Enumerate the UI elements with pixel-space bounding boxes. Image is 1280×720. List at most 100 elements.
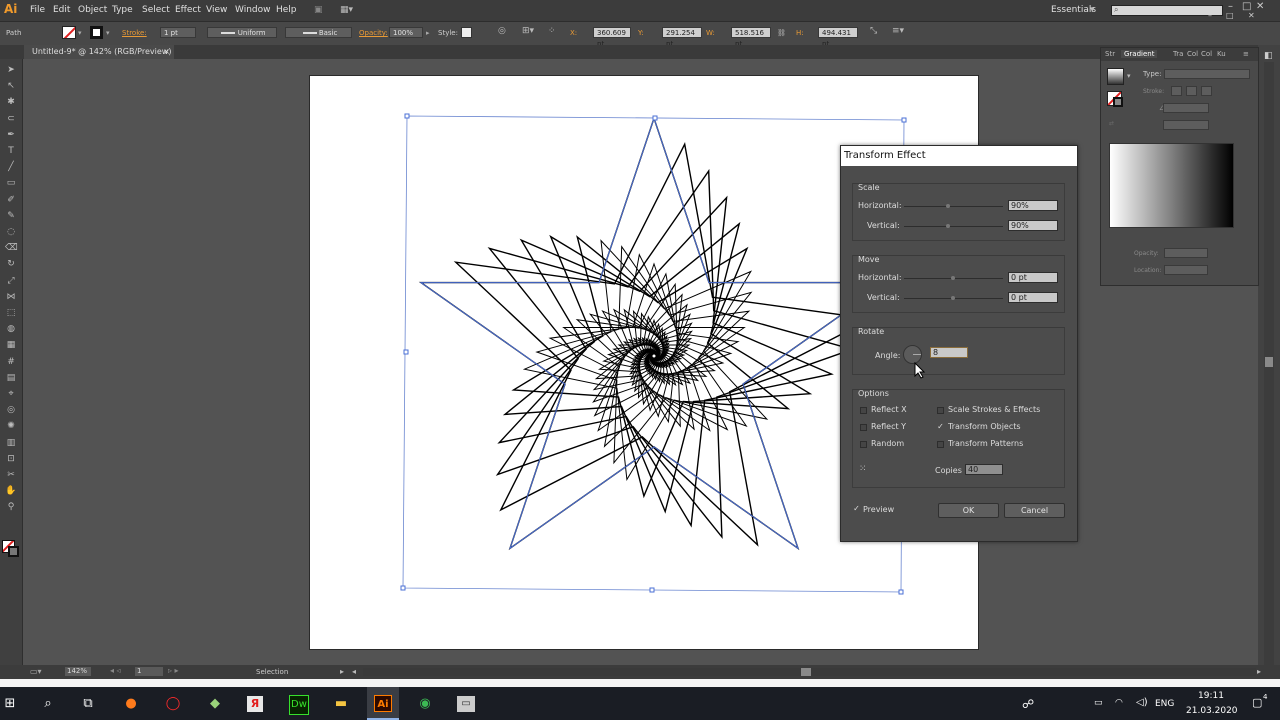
tab-transparency[interactable]: Tra [1173, 50, 1183, 58]
arrange-documents-icon[interactable]: ▦▾ [340, 5, 353, 15]
menu-window[interactable]: Window [235, 5, 271, 15]
angle-field[interactable]: 8 [930, 347, 968, 358]
opera-icon[interactable]: ◯ [163, 694, 183, 714]
bounding-box-handle[interactable] [400, 585, 406, 591]
shape-builder-tool-icon[interactable]: ◍ [5, 324, 17, 335]
mesh-tool-icon[interactable]: # [5, 357, 17, 368]
transform-icon[interactable]: ⤡ [870, 26, 877, 36]
blend-tool-icon[interactable]: ◎ [5, 405, 17, 416]
stroke-gradient-option-2[interactable] [1186, 86, 1197, 96]
aspect-ratio-field[interactable] [1163, 120, 1209, 130]
chrome-icon[interactable]: ◉ [415, 694, 435, 714]
x-field[interactable]: 360.609 pt [593, 27, 631, 48]
panel-menu-icon[interactable]: ≡ [1243, 50, 1249, 58]
pen-tool-icon[interactable]: ✒ [5, 130, 17, 141]
scroll-left-icon[interactable]: ◂ [352, 667, 356, 676]
reference-point-icon[interactable]: ⁘ [548, 26, 556, 36]
w-field[interactable]: 518.516 pt [731, 27, 771, 48]
transform-objects-checkbox[interactable]: ✓ [937, 423, 944, 431]
direct-selection-tool-icon[interactable]: ↖ [5, 81, 17, 92]
document-tab[interactable]: Untitled-9* @ 142% (RGB/Preview) × [24, 45, 174, 59]
ok-button[interactable]: OK [938, 503, 999, 518]
search-icon[interactable]: ⌕ [38, 694, 58, 714]
opacity-field[interactable]: 100% [389, 27, 423, 38]
link-icon[interactable]: ⛓ [777, 29, 786, 37]
artboard-tool-icon[interactable]: ⊡ [5, 454, 17, 465]
firefox-icon[interactable]: ● [121, 694, 141, 714]
scale-vertical-slider[interactable] [904, 226, 1003, 227]
menu-object[interactable]: Object [78, 5, 107, 15]
volume-icon[interactable]: ◁) [1136, 697, 1148, 708]
doc-maximize-button[interactable]: □ [1226, 11, 1234, 20]
task-view-icon[interactable]: ⧉ [78, 694, 98, 714]
help-search-input[interactable]: ⌕ [1111, 5, 1223, 16]
bounding-box-handle[interactable] [404, 113, 410, 119]
reference-point-icon[interactable]: ⁙ [859, 463, 871, 475]
artboard-nav-next-icon[interactable]: ▹ ▸ [168, 666, 179, 675]
stroke-swatch[interactable] [90, 26, 103, 39]
zoom-tool-icon[interactable]: ⚲ [5, 502, 17, 513]
scale-tool-icon[interactable]: ⤢ [5, 276, 17, 287]
slider-thumb[interactable] [946, 204, 950, 208]
magic-wand-tool-icon[interactable]: ✱ [5, 97, 17, 108]
align-icon[interactable]: ⊞▾ [522, 26, 534, 36]
menu-help[interactable]: Help [276, 5, 297, 15]
bounding-box-handle[interactable] [403, 349, 409, 355]
type-tool-icon[interactable]: T [5, 146, 17, 157]
opacity-field[interactable] [1164, 248, 1208, 258]
zoom-menu-icon[interactable]: ▭▾ [30, 667, 42, 676]
tab-color-guide[interactable]: Col [1201, 50, 1212, 58]
windows-start-icon[interactable]: ⊞ [0, 694, 20, 714]
location-field[interactable] [1164, 265, 1208, 275]
blob-brush-tool-icon[interactable]: ◌ [5, 227, 17, 238]
move-horizontal-field[interactable]: 0 pt [1008, 272, 1058, 283]
pencil-tool-icon[interactable]: ✎ [5, 211, 17, 222]
slider-thumb[interactable] [946, 224, 950, 228]
reflect-y-checkbox[interactable] [860, 424, 867, 431]
vertical-scrollbar[interactable] [1264, 62, 1274, 665]
eyedropper-tool-icon[interactable]: ⌖ [5, 389, 17, 400]
panel-menu-icon[interactable]: ≡▾ [892, 26, 904, 36]
yandex-browser-icon[interactable]: Я [247, 696, 263, 712]
menu-effect[interactable]: Effect [175, 5, 201, 15]
reflect-x-checkbox[interactable] [860, 407, 867, 414]
symbol-sprayer-tool-icon[interactable]: ✺ [5, 421, 17, 432]
variable-width-profile[interactable]: Uniform [207, 27, 277, 38]
bounding-box-handle[interactable] [901, 117, 907, 123]
y-field[interactable]: 291.254 pt [662, 27, 702, 48]
bounding-box-handle[interactable] [898, 589, 904, 595]
close-button[interactable]: ✕ [1256, 1, 1264, 12]
graphic-style-swatch[interactable] [461, 27, 472, 38]
copies-field[interactable]: 40 [965, 464, 1003, 475]
bounding-box-handle[interactable] [649, 587, 655, 593]
stroke-weight-field[interactable]: 1 pt [160, 27, 196, 38]
bounding-box-handle[interactable] [652, 115, 658, 121]
line-tool-icon[interactable]: ╱ [5, 162, 17, 173]
doc-minimize-button[interactable]: – [1208, 11, 1212, 20]
gradient-tool-icon[interactable]: ▤ [5, 373, 17, 384]
gradient-swatch[interactable] [1107, 68, 1124, 85]
random-checkbox[interactable] [860, 441, 867, 448]
tab-kuler[interactable]: Ku [1217, 50, 1226, 58]
hand-tool-icon[interactable]: ✋ [5, 486, 17, 497]
tab-color[interactable]: Col [1187, 50, 1198, 58]
scale-strokes-checkbox[interactable] [937, 407, 944, 414]
doc-close-button[interactable]: ✕ [1248, 11, 1255, 20]
horizontal-scrollbar[interactable] [363, 668, 1256, 676]
reverse-gradient-icon[interactable]: ⇄ [1109, 120, 1114, 127]
clock-time[interactable]: 19:11 [1198, 691, 1224, 701]
scale-horizontal-slider[interactable] [904, 206, 1003, 207]
menu-view[interactable]: View [206, 5, 227, 15]
gradient-preview[interactable] [1109, 143, 1234, 228]
editor-app-icon[interactable]: ◆ [205, 694, 225, 714]
close-icon[interactable]: × [163, 45, 170, 59]
bridge-icon[interactable]: ▣ [314, 5, 323, 15]
zoom-field[interactable]: 142% [65, 667, 91, 676]
scrollbar-thumb[interactable] [1265, 357, 1273, 367]
preview-checkbox[interactable]: ✓ [853, 505, 860, 513]
scrollbar-thumb[interactable] [801, 668, 811, 676]
status-menu-icon[interactable]: ▸ [340, 667, 344, 676]
angle-field[interactable] [1163, 103, 1209, 113]
brush-definition[interactable]: Basic [285, 27, 352, 38]
network-icon[interactable]: ◠ [1115, 698, 1123, 708]
